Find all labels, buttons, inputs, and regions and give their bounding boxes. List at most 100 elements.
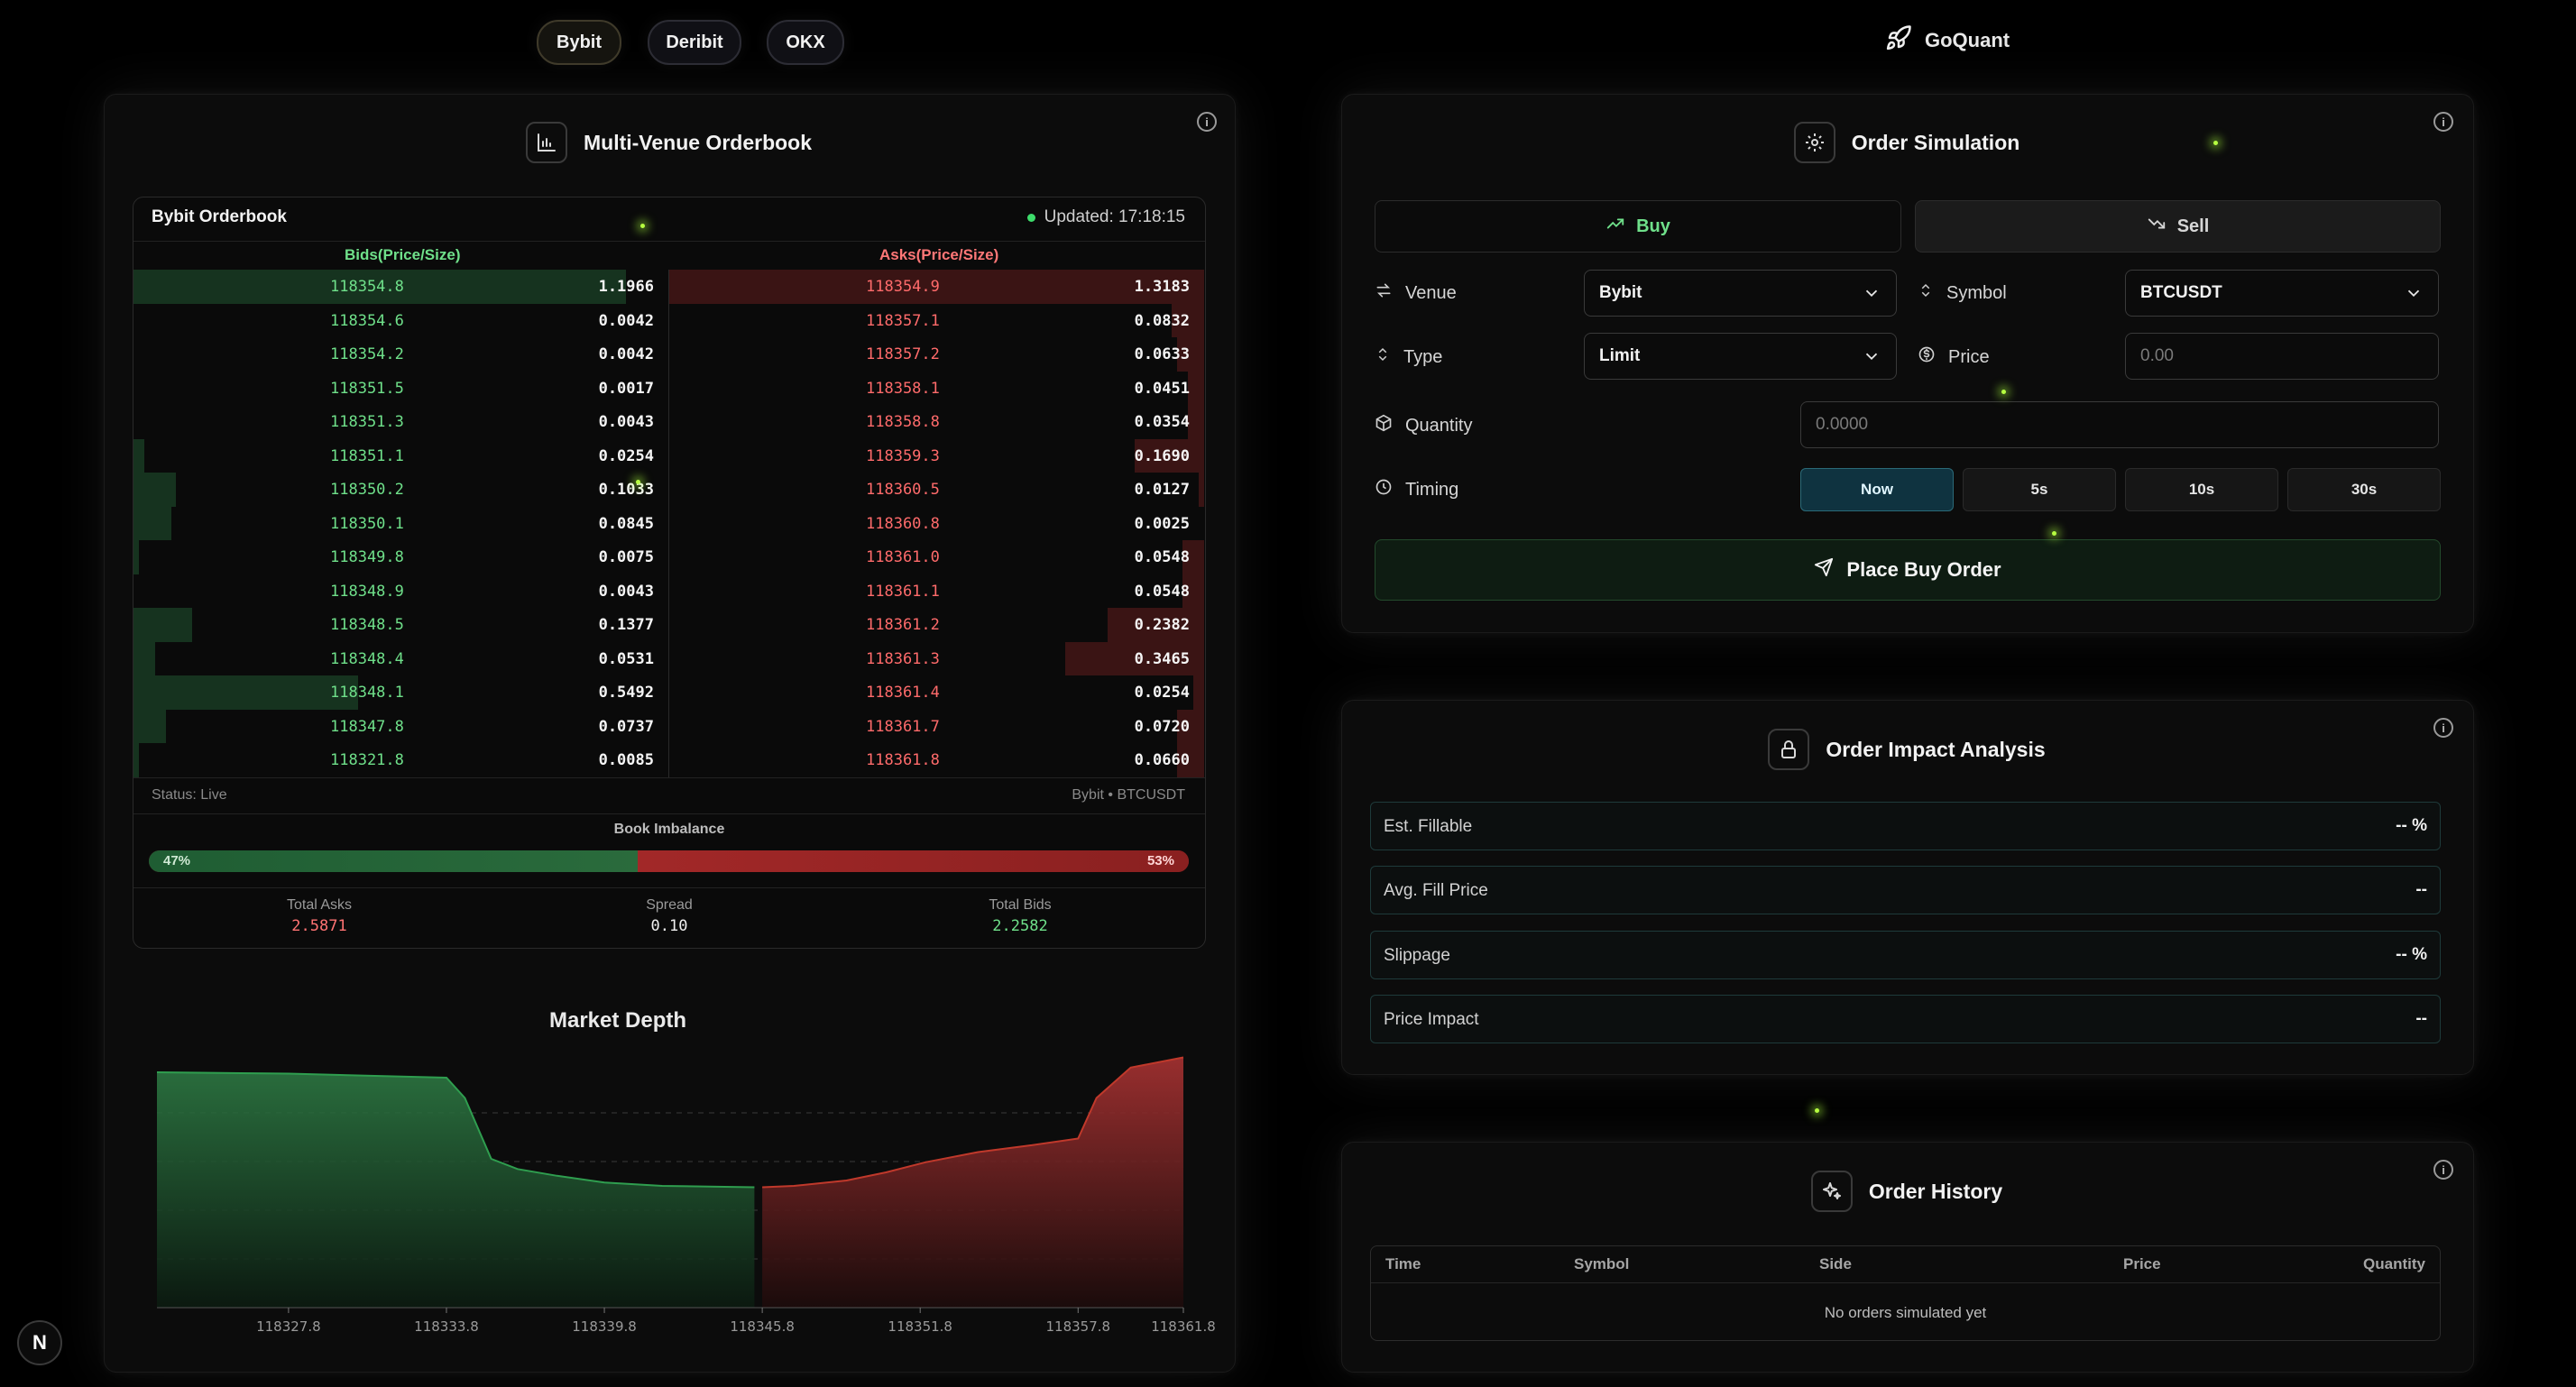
ask-row[interactable]: 118361.7 0.0720 (669, 709, 1204, 743)
trending-up-icon (1605, 214, 1625, 239)
ask-price: 118360.8 (866, 514, 940, 533)
timing-now-button[interactable]: Now (1800, 468, 1954, 511)
quantity-field-label: Quantity (1375, 414, 1472, 437)
ask-price: 118361.4 (866, 684, 940, 702)
price-placeholder: 0.00 (2140, 346, 2174, 365)
metric-price-impact: Price Impact -- (1370, 995, 2441, 1043)
col-side: Side (1819, 1255, 1852, 1272)
bid-row[interactable]: 118350.2 0.1033 (133, 473, 668, 507)
ask-row[interactable]: 118360.8 0.0025 (669, 507, 1204, 541)
venue-tab-okx[interactable]: OKX (767, 20, 844, 65)
timing-10s-button[interactable]: 10s (2125, 468, 2278, 511)
buy-button[interactable]: Buy (1375, 200, 1901, 253)
bid-depth-bar (133, 438, 144, 473)
live-dot-icon (1026, 213, 1035, 222)
bid-depth-bar (133, 473, 177, 507)
quantity-placeholder: 0.0000 (1816, 415, 1869, 434)
bid-row[interactable]: 118348.1 0.5492 (133, 675, 668, 710)
timing-30s-button[interactable]: 30s (2287, 468, 2441, 511)
ask-row[interactable]: 118357.2 0.0633 (669, 337, 1204, 372)
next-badge[interactable]: N (17, 1320, 62, 1365)
symbol-select[interactable]: BTCUSDT (2125, 270, 2439, 317)
ask-row[interactable]: 118361.0 0.0548 (669, 540, 1204, 574)
bar-chart-icon (525, 122, 567, 163)
bid-size: 0.0075 (598, 548, 654, 566)
place-order-button[interactable]: Place Buy Order (1375, 539, 2441, 601)
bid-row[interactable]: 118354.6 0.0042 (133, 304, 668, 338)
ask-row[interactable]: 118361.1 0.0548 (669, 574, 1204, 608)
x-tick-label: 118333.8 (414, 1318, 479, 1335)
metric-label: Slippage (1384, 946, 1450, 965)
info-icon[interactable]: i (2433, 1160, 2453, 1180)
bids-list: 118354.8 1.1966 118354.6 0.0042 118354.2 0.00… (133, 270, 668, 777)
bid-price: 118351.5 (330, 379, 404, 398)
ask-row[interactable]: 118361.8 0.0660 (669, 743, 1204, 777)
total-asks-value: 2.5871 (291, 917, 347, 935)
info-icon[interactable]: i (2433, 718, 2453, 738)
ask-row[interactable]: 118361.2 0.2382 (669, 608, 1204, 642)
bid-row[interactable]: 118321.8 0.0085 (133, 743, 668, 777)
bid-price: 118321.8 (330, 751, 404, 769)
updated-indicator: Updated: 17:18:15 (1026, 207, 1185, 227)
ask-row[interactable]: 118357.1 0.0832 (669, 303, 1204, 337)
bid-row[interactable]: 118351.1 0.0254 (133, 438, 668, 473)
bid-price: 118350.2 (330, 481, 404, 499)
bid-row[interactable]: 118348.9 0.0043 (133, 574, 668, 609)
venue-symbol-text: Bybit • BTCUSDT (1072, 787, 1185, 803)
bid-depth-bar (133, 675, 359, 710)
settings-icon (1793, 122, 1835, 163)
ask-row[interactable]: 118359.3 0.1690 (669, 438, 1204, 473)
venue-tab-bybit[interactable]: Bybit (537, 20, 621, 65)
price-field-label: Price (1918, 345, 1990, 369)
ask-price: 118361.0 (866, 548, 940, 566)
glow-dot (2052, 531, 2056, 536)
total-bids-value: 2.2582 (992, 917, 1048, 935)
bid-row[interactable]: 118349.8 0.0075 (133, 540, 668, 574)
bid-row[interactable]: 118351.5 0.0017 (133, 372, 668, 406)
ask-row[interactable]: 118354.9 1.3183 (669, 270, 1204, 304)
timing-5s-button[interactable]: 5s (1963, 468, 2116, 511)
bid-row[interactable]: 118350.1 0.0845 (133, 506, 668, 540)
bid-row[interactable]: 118348.5 0.1377 (133, 608, 668, 642)
info-icon[interactable]: i (1197, 112, 1217, 132)
orderbook-panel-title: Multi-Venue Orderbook (583, 130, 813, 154)
bid-row[interactable]: 118354.8 1.1966 (133, 270, 668, 304)
ask-row[interactable]: 118358.1 0.0451 (669, 371, 1204, 405)
bid-size: 0.0043 (598, 582, 654, 601)
type-field-label: Type (1375, 345, 1442, 369)
package-icon (1375, 414, 1393, 437)
order-history-title: Order History (1868, 1179, 2003, 1203)
metric-slippage: Slippage -- % (1370, 931, 2441, 979)
bid-row[interactable]: 118348.4 0.0531 (133, 641, 668, 675)
order-simulation-header: Order Simulation (1341, 122, 2472, 163)
imbalance-bid-fill (149, 850, 638, 872)
imbalance-bid-pct: 47% (163, 853, 191, 868)
type-select[interactable]: Limit (1584, 333, 1897, 380)
venue-select[interactable]: Bybit (1584, 270, 1897, 317)
ask-row[interactable]: 118361.4 0.0254 (669, 675, 1204, 710)
col-quantity: Quantity (2363, 1255, 2425, 1272)
bid-depth-bar (133, 540, 139, 574)
ask-row[interactable]: 118358.8 0.0354 (669, 405, 1204, 439)
venue-tab-deribit[interactable]: Deribit (648, 20, 741, 65)
bid-row[interactable]: 118354.2 0.0042 (133, 337, 668, 372)
bid-price: 118350.1 (330, 514, 404, 533)
sell-button[interactable]: Sell (1915, 200, 2441, 253)
ask-size: 0.0548 (1134, 548, 1190, 566)
ask-price: 118354.9 (866, 278, 940, 296)
bid-row[interactable]: 118351.3 0.0043 (133, 405, 668, 439)
sell-label: Sell (2176, 216, 2210, 236)
ask-row[interactable]: 118361.3 0.3465 (669, 641, 1204, 675)
bid-depth-area (157, 1072, 755, 1308)
bid-size: 0.0042 (598, 311, 654, 330)
bid-price: 118354.8 (330, 278, 404, 296)
ask-price: 118358.8 (866, 413, 940, 431)
bid-row[interactable]: 118347.8 0.0737 (133, 709, 668, 743)
info-icon[interactable]: i (2433, 112, 2453, 132)
quantity-input[interactable]: 0.0000 (1800, 401, 2439, 448)
price-input[interactable]: 0.00 (2125, 333, 2439, 380)
bid-price: 118354.2 (330, 345, 404, 363)
ask-row[interactable]: 118360.5 0.0127 (669, 473, 1204, 507)
buy-label: Buy (1636, 216, 1670, 236)
total-asks: Total Asks 2.5871 (229, 897, 409, 935)
